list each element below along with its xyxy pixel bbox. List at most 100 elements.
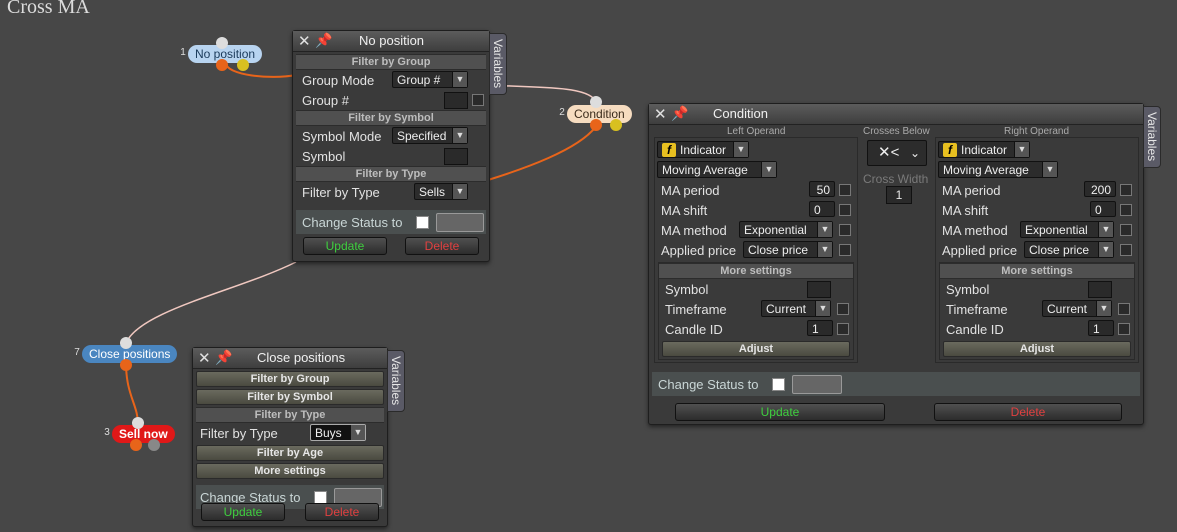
node-no-position[interactable]: 1 No position	[176, 37, 276, 71]
section-filter-by-age[interactable]: Filter by Age	[196, 445, 384, 461]
left-timeframe-checkbox[interactable]	[837, 303, 849, 315]
group-mode-dropdown[interactable]: Group # ▼	[392, 71, 468, 88]
input-port-icon[interactable]	[132, 417, 144, 429]
output-port-icon[interactable]	[130, 439, 142, 451]
left-indicator-dropdown[interactable]: f Indicator ▼	[657, 141, 749, 158]
close-icon[interactable]: ✕	[298, 32, 311, 50]
panel-titlebar[interactable]: ✕ 📌 Condition	[649, 104, 1143, 125]
right-symbol-input[interactable]	[1088, 281, 1112, 298]
left-ma-method-dropdown[interactable]: Exponential ▼	[739, 221, 833, 238]
left-symbol-input[interactable]	[807, 281, 831, 298]
left-applied-price-dropdown[interactable]: Close price ▼	[743, 241, 833, 258]
input-port-icon[interactable]	[590, 96, 602, 108]
update-button[interactable]: Update	[201, 503, 285, 521]
left-ma-shift-checkbox[interactable]	[839, 204, 851, 216]
left-indicator-type-dropdown[interactable]: Moving Average ▼	[657, 161, 777, 178]
output-port-icon[interactable]	[237, 59, 249, 71]
right-applied-price-checkbox[interactable]	[1120, 244, 1132, 256]
section-filter-by-group[interactable]: Filter by Group	[296, 54, 486, 70]
change-status-select[interactable]	[436, 213, 484, 232]
group-num-checkbox[interactable]	[472, 94, 484, 106]
change-status-checkbox[interactable]	[772, 378, 785, 391]
chevron-down-icon: ▼	[1098, 222, 1113, 237]
canvas-title: Cross MA	[7, 0, 90, 18]
filter-type-dropdown[interactable]: Buys ▼	[310, 424, 366, 441]
timeframe-label: Timeframe	[665, 302, 727, 317]
node-condition[interactable]: 2 Condition	[555, 96, 645, 131]
left-ma-shift-input[interactable]: 0	[809, 201, 835, 217]
change-status-select[interactable]	[792, 375, 842, 394]
change-status-checkbox[interactable]	[416, 216, 429, 229]
update-button[interactable]: Update	[303, 237, 387, 255]
right-ma-shift-input[interactable]: 0	[1090, 201, 1116, 217]
right-candle-id-checkbox[interactable]	[1118, 323, 1130, 335]
variables-tab[interactable]: Variables	[489, 33, 507, 95]
pin-icon[interactable]: 📌	[315, 32, 332, 49]
pin-icon[interactable]: 📌	[215, 349, 232, 366]
right-ma-period-input[interactable]: 200	[1084, 181, 1116, 197]
right-timeframe-dropdown[interactable]: Current ▼	[1042, 300, 1112, 317]
left-more-settings[interactable]: More settings	[659, 263, 853, 279]
input-port-icon[interactable]	[120, 337, 132, 349]
right-indicator-type-dropdown[interactable]: Moving Average ▼	[938, 161, 1058, 178]
left-adjust-button[interactable]: Adjust	[662, 341, 850, 357]
section-filter-by-symbol[interactable]: Filter by Symbol	[296, 110, 486, 126]
output-port-icon[interactable]	[610, 119, 622, 131]
cross-type-dropdown[interactable]: ✕< ⌄	[867, 140, 927, 166]
cross-width-input[interactable]: 1	[886, 186, 912, 204]
right-ma-method-dropdown[interactable]: Exponential ▼	[1020, 221, 1114, 238]
variables-tab[interactable]: Variables	[387, 350, 405, 412]
output-port-icon[interactable]	[216, 59, 228, 71]
variables-tab[interactable]: Variables	[1143, 106, 1161, 168]
left-ma-period-input[interactable]: 50	[809, 181, 835, 197]
right-ma-shift-checkbox[interactable]	[1120, 204, 1132, 216]
left-timeframe-dropdown[interactable]: Current ▼	[761, 300, 831, 317]
right-ma-method-checkbox[interactable]	[1120, 224, 1132, 236]
section-more-settings[interactable]: More settings	[196, 463, 384, 479]
left-candle-id-checkbox[interactable]	[837, 323, 849, 335]
output-port-icon[interactable]	[120, 359, 132, 371]
symbol-input[interactable]	[444, 148, 468, 165]
left-operand-box: f Indicator ▼ Moving Average ▼ MA period …	[654, 137, 858, 363]
right-timeframe-checkbox[interactable]	[1118, 303, 1130, 315]
node-close-positions[interactable]: 7 Close positions	[70, 337, 190, 371]
delete-button[interactable]: Delete	[934, 403, 1122, 421]
panel-title: Close positions	[257, 350, 346, 365]
right-adjust-button[interactable]: Adjust	[943, 341, 1131, 357]
change-status-label: Change Status to	[658, 377, 759, 392]
panel-titlebar[interactable]: ✕ 📌 Close positions	[193, 348, 387, 369]
left-ma-method-checkbox[interactable]	[839, 224, 851, 236]
ma-method-label: MA method	[661, 223, 727, 238]
delete-button[interactable]: Delete	[405, 237, 479, 255]
right-applied-price-dropdown[interactable]: Close price ▼	[1024, 241, 1114, 258]
right-more-settings[interactable]: More settings	[940, 263, 1134, 279]
panel-condition: ✕ 📌 Condition Variables Left Operand Cro…	[648, 103, 1161, 425]
chevron-down-icon: ▼	[1042, 162, 1057, 177]
group-num-input[interactable]	[444, 92, 468, 109]
right-indicator-dropdown[interactable]: f Indicator ▼	[938, 141, 1030, 158]
right-ma-period-checkbox[interactable]	[1120, 184, 1132, 196]
section-filter-by-type[interactable]: Filter by Type	[296, 166, 486, 182]
pin-icon[interactable]: 📌	[671, 105, 688, 122]
filter-type-dropdown[interactable]: Sells ▼	[414, 183, 468, 200]
symbol-mode-dropdown[interactable]: Specified ▼	[392, 127, 468, 144]
panel-titlebar[interactable]: ✕ 📌 No position	[293, 31, 489, 52]
left-candle-id-input[interactable]: 1	[807, 320, 833, 336]
ma-shift-label: MA shift	[942, 203, 989, 218]
right-candle-id-input[interactable]: 1	[1088, 320, 1114, 336]
output-port-icon[interactable]	[590, 119, 602, 131]
left-applied-price-checkbox[interactable]	[839, 244, 851, 256]
section-filter-by-type[interactable]: Filter by Type	[196, 407, 384, 423]
delete-button[interactable]: Delete	[305, 503, 379, 521]
output-port-icon[interactable]	[148, 439, 160, 451]
node-sell-now[interactable]: 3 Sell now	[100, 417, 180, 451]
section-filter-by-group[interactable]: Filter by Group	[196, 371, 384, 387]
chevron-down-icon: ▼	[733, 142, 748, 157]
update-button[interactable]: Update	[675, 403, 885, 421]
input-port-icon[interactable]	[216, 37, 228, 49]
close-icon[interactable]: ✕	[654, 105, 667, 123]
close-icon[interactable]: ✕	[198, 349, 211, 367]
left-ma-period-checkbox[interactable]	[839, 184, 851, 196]
section-filter-by-symbol[interactable]: Filter by Symbol	[196, 389, 384, 405]
crosses-below-header: Crosses Below	[863, 126, 930, 137]
